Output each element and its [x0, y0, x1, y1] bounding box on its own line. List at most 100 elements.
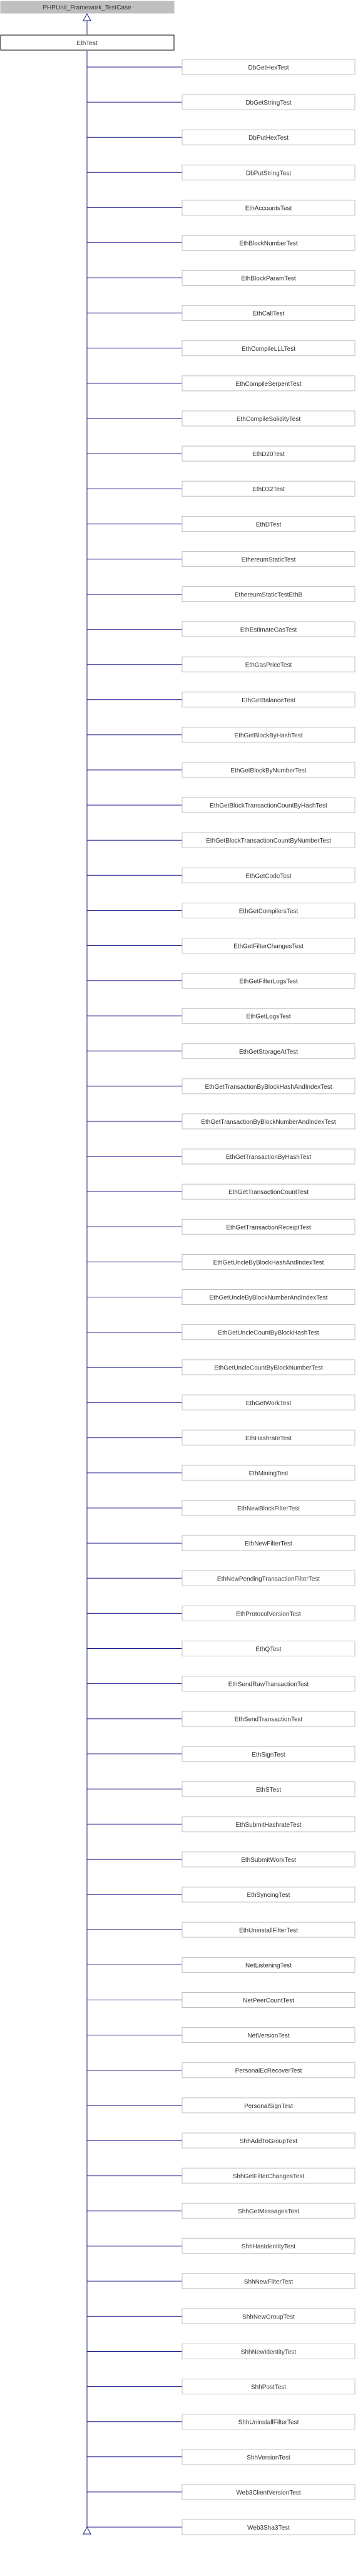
derived-class-node[interactable]: EthSubmitWorkTest — [182, 1851, 355, 1867]
derived-class-label: EthCompileSerpentTest — [235, 381, 301, 388]
derived-class-node[interactable]: EthGetTransactionByBlockHashAndIndexTest — [182, 1078, 355, 1094]
derived-class-label: EthGetBlockByNumberTest — [230, 767, 306, 774]
derived-class-node[interactable]: EthBlockParamTest — [182, 270, 355, 286]
derived-class-node[interactable]: EthD32Test — [182, 480, 355, 497]
derived-class-node[interactable]: EthGetFilterChangesTest — [182, 938, 355, 953]
derived-class-label: EthGetBlockTransactionCountByHashTest — [210, 802, 327, 809]
derived-class-node[interactable]: EthDTest — [182, 516, 355, 532]
derived-class-node[interactable]: EthGetUncleByBlockNumberAndIndexTest — [182, 1289, 355, 1305]
derived-class-node[interactable]: ShhPostTest — [182, 2379, 355, 2395]
derived-class-node[interactable]: EthNewFilterTest — [182, 1535, 355, 1551]
base-class-node[interactable]: EthTest — [0, 34, 175, 51]
derived-class-node[interactable]: EthNewBlockFilterTest — [182, 1500, 355, 1516]
derived-classes: DbGetHexTest DbGetStringTest DbPutHexTest D… — [87, 59, 355, 2535]
derived-class-node[interactable]: EthGasPriceTest — [182, 657, 355, 673]
derived-class-label: EthGetUncleByBlockNumberAndIndexTest — [210, 1295, 328, 1302]
derived-class-node[interactable]: DbPutStringTest — [182, 164, 355, 180]
derived-class-node[interactable]: EthSendRawTransactionTest — [182, 1676, 355, 1692]
derived-class-node[interactable]: EthSubmitHashrateTest — [182, 1816, 355, 1832]
derived-class-node[interactable]: Web3ClientVersionTest — [182, 2484, 355, 2500]
derived-class-label: EthCompileSolidityTest — [237, 416, 300, 423]
derived-class-node[interactable]: ShhUninstallFilterTest — [182, 2414, 355, 2430]
derived-class-node[interactable]: EthCompileSolidityTest — [182, 410, 355, 427]
derived-class-node[interactable]: EthSTest — [182, 1781, 355, 1797]
derived-class-node[interactable]: NetVersionTest — [182, 2027, 355, 2044]
derived-class-label: ShhAddToGroupTest — [240, 2138, 298, 2145]
derived-class-node[interactable]: ShhHasIdentityTest — [182, 2238, 355, 2254]
derived-class-node[interactable]: EthCompileLLLTest — [182, 340, 355, 356]
derived-class-node[interactable]: EthMiningTest — [182, 1465, 355, 1481]
derived-class-label: EthCompileLLLTest — [242, 346, 295, 353]
derived-class-node[interactable]: EthGetTransactionByBlockNumberAndIndexTe… — [182, 1113, 355, 1130]
derived-class-node[interactable]: EthGetBalanceTest — [182, 692, 355, 708]
derived-class-node[interactable]: ShhAddToGroupTest — [182, 2132, 355, 2149]
derived-class-node[interactable]: DbGetHexTest — [182, 59, 355, 75]
derived-class-node[interactable]: EthGetBlockTransactionCountByNumberTest — [182, 832, 355, 848]
derived-class-label: DbGetStringTest — [245, 100, 292, 106]
derived-class-node[interactable]: EthGetLogsTest — [182, 1008, 355, 1024]
derived-class-node[interactable]: EthProtocolVersionTest — [182, 1605, 355, 1621]
derived-class-label: EthGetTransactionCountTest — [228, 1189, 309, 1196]
derived-class-node[interactable]: DbGetStringTest — [182, 94, 355, 110]
derived-class-node[interactable]: EthGetTransactionReceiptTest — [182, 1218, 355, 1235]
derived-class-node[interactable]: ShhNewGroupTest — [182, 2308, 355, 2324]
derived-class-label: EthGetBalanceTest — [242, 697, 295, 704]
derived-class-node[interactable]: ShhVersionTest — [182, 2449, 355, 2465]
derived-class-label: EthSendTransactionTest — [235, 1716, 303, 1723]
derived-class-node[interactable]: EthBlockNumberTest — [182, 235, 355, 251]
derived-class-label: Web3Sha3Test — [247, 2525, 290, 2532]
derived-class-node[interactable]: EthGetBlockTransactionCountByHashTest — [182, 797, 355, 813]
derived-class-node[interactable]: PersonalSignTest — [182, 2097, 355, 2114]
derived-class-node[interactable]: Web3Sha3Test — [182, 2519, 355, 2535]
derived-class-node[interactable]: EthD20Test — [182, 445, 355, 462]
derived-class-node[interactable]: EthGetTransactionCountTest — [182, 1183, 355, 1200]
derived-class-label: EthGetCompilersTest — [239, 908, 299, 915]
derived-class-label: EthGetWorkTest — [246, 1400, 292, 1407]
derived-class-node[interactable]: EthGetUncleCountByBlockNumberTest — [182, 1359, 355, 1376]
derived-class-node[interactable]: EthGetUncleCountByBlockHashTest — [182, 1324, 355, 1341]
derived-class-label: EthGetStorageAtTest — [239, 1049, 298, 1056]
derived-class-label: EthGetFilterLogsTest — [239, 979, 298, 985]
derived-class-node[interactable]: EthereumStaticTestEthB — [182, 586, 355, 602]
derived-class-node[interactable]: EthEstimateGasTest — [182, 621, 355, 638]
derived-class-label: EthGasPriceTest — [245, 662, 292, 669]
derived-class-node[interactable]: EthGetTransactionByHashTest — [182, 1148, 355, 1165]
derived-class-node[interactable]: ShhGetFilterChangesTest — [182, 2168, 355, 2184]
derived-class-node[interactable]: EthQTest — [182, 1641, 355, 1656]
derived-class-node[interactable]: EthCallTest — [182, 305, 355, 321]
derived-class-node[interactable]: NetPeerCountTest — [182, 1992, 355, 2008]
derived-class-node[interactable]: EthCompileSerpentTest — [182, 375, 355, 392]
derived-class-node[interactable]: EthNewPendingTransactionFilterTest — [182, 1570, 355, 1586]
derived-class-label: PersonalEcRecoverTest — [235, 2068, 302, 2075]
derived-class-node[interactable]: ShhGetMessagesTest — [182, 2203, 355, 2219]
derived-class-label: NetPeerCountTest — [243, 1998, 294, 2005]
derived-class-node[interactable]: EthHashrateTest — [182, 1430, 355, 1446]
derived-class-label: EthNewBlockFilterTest — [237, 1505, 300, 1512]
derived-class-node[interactable]: EthGetWorkTest — [182, 1394, 355, 1411]
derived-class-node[interactable]: EthSyncingTest — [182, 1886, 355, 1903]
derived-class-node[interactable]: EthGetUncleByBlockHashAndIndexTest — [182, 1254, 355, 1270]
derived-class-node[interactable]: DbPutHexTest — [182, 129, 355, 145]
derived-class-label: EthereumStaticTestEthB — [235, 592, 303, 599]
derived-class-node[interactable]: ShhNewIdentityTest — [182, 2344, 355, 2359]
derived-class-node[interactable]: ShhNewFilterTest — [182, 2273, 355, 2289]
derived-class-node[interactable]: EthGetBlockByHashTest — [182, 727, 355, 743]
derived-class-label: DbPutHexTest — [248, 135, 289, 142]
derived-class-node[interactable]: EthGetStorageAtTest — [182, 1043, 355, 1059]
derived-class-label: EthNewPendingTransactionFilterTest — [217, 1576, 320, 1582]
derived-class-node[interactable]: EthGetFilterLogsTest — [182, 973, 355, 989]
derived-class-node[interactable]: EthAccountsTest — [182, 199, 355, 216]
derived-class-node[interactable]: EthUninstallFilterTest — [182, 1921, 355, 1938]
derived-class-node[interactable]: EthSendTransactionTest — [182, 1711, 355, 1727]
derived-class-label: EthSyncingTest — [247, 1892, 290, 1899]
derived-class-node[interactable]: PersonalEcRecoverTest — [182, 2062, 355, 2079]
derived-class-label: EthGetUncleCountByBlockHashTest — [218, 1330, 319, 1337]
derived-class-node[interactable]: EthSignTest — [182, 1746, 355, 1762]
derived-class-node[interactable]: EthGetCompilersTest — [182, 902, 355, 918]
derived-class-node[interactable]: NetListeningTest — [182, 1956, 355, 1973]
derived-class-node[interactable]: EthereumStaticTest — [182, 551, 355, 567]
derived-class-node[interactable]: EthGetCodeTest — [182, 867, 355, 883]
derived-class-label: EthD32Test — [252, 486, 285, 493]
root-class-node[interactable]: PHPUnit_Framework_TestCase — [0, 1, 175, 14]
derived-class-node[interactable]: EthGetBlockByNumberTest — [182, 762, 355, 778]
